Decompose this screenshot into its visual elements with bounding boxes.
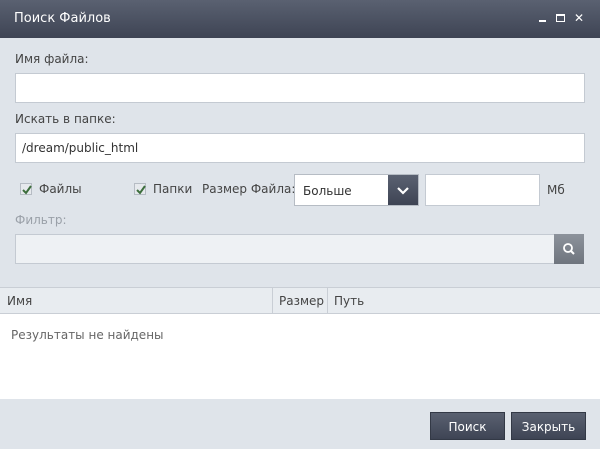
search-button[interactable]: Поиск (430, 412, 505, 440)
files-checkbox-label: Файлы (39, 182, 82, 196)
size-value-input[interactable] (425, 174, 540, 206)
no-results-text: Результаты не найдены (11, 328, 164, 342)
folders-checkbox-label: Папки (153, 182, 193, 196)
size-comparison-value: Больше (303, 184, 352, 198)
filter-input[interactable] (15, 234, 555, 264)
results-table: Имя Размер Путь Результаты не найдены (0, 287, 600, 399)
maximize-icon[interactable] (553, 9, 569, 27)
title-bar[interactable]: Поиск Файлов ✕ (0, 0, 600, 38)
column-path[interactable]: Путь (334, 294, 364, 308)
filename-label: Имя файла: (15, 52, 89, 66)
size-comparison-select[interactable]: Больше (294, 174, 419, 206)
folders-checkbox[interactable] (134, 183, 146, 195)
close-icon[interactable]: ✕ (571, 9, 587, 27)
close-button[interactable]: Закрыть (511, 412, 586, 440)
column-name[interactable]: Имя (7, 294, 32, 308)
filename-input[interactable] (15, 73, 585, 103)
window-title: Поиск Файлов (14, 11, 111, 26)
checkmark-icon (22, 185, 32, 195)
checkmark-icon (136, 185, 146, 195)
files-checkbox[interactable] (20, 183, 32, 195)
column-size[interactable]: Размер (279, 294, 324, 308)
folder-label: Искать в папке: (15, 112, 116, 126)
file-search-dialog: Поиск Файлов ✕ Имя файла: Искать в папке… (0, 0, 600, 449)
size-unit-label: Мб (547, 183, 565, 197)
size-label: Размер Файла: (202, 182, 296, 196)
minimize-icon[interactable] (535, 9, 551, 27)
folder-input[interactable] (15, 133, 585, 163)
results-header: Имя Размер Путь (0, 288, 600, 314)
search-icon[interactable] (554, 234, 584, 264)
filter-label: Фильтр: (15, 213, 67, 227)
chevron-down-icon[interactable] (388, 175, 418, 205)
